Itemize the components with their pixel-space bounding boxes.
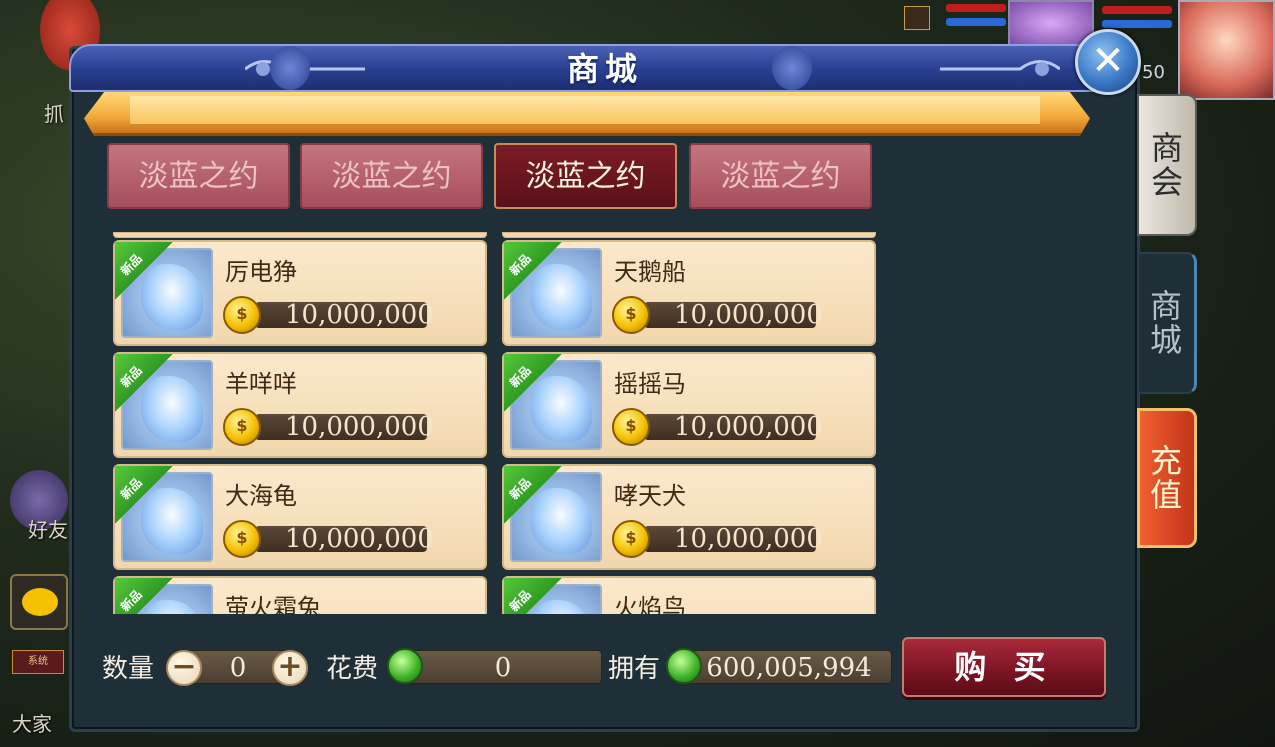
new-badge: 新品: [504, 466, 562, 524]
minus-icon: −: [171, 649, 197, 684]
side-tab-chamber[interactable]: 商会: [1137, 94, 1197, 236]
gold-coin-icon: $: [612, 296, 650, 334]
bg-text: 大家: [12, 712, 52, 736]
side-tab-recharge[interactable]: 充值: [1137, 408, 1197, 548]
title-ornament-right: [940, 60, 1060, 76]
owned-value: 600,005,994: [686, 650, 892, 684]
gold-coin-icon: $: [223, 520, 261, 558]
item-price: 10,000,000: [644, 526, 823, 552]
quantity-label: 数量: [102, 654, 155, 684]
hud-hp-bar: [1102, 6, 1172, 14]
cost-label: 花费: [326, 654, 379, 684]
gold-coin-icon: $: [612, 520, 650, 558]
item-card[interactable]: 新品 摇摇马 10,000,000 $: [502, 352, 876, 458]
item-card[interactable]: 新品 哮天犬 10,000,000 $: [502, 464, 876, 570]
item-card[interactable]: 新品 萤火霜兔: [113, 576, 487, 614]
player-avatar[interactable]: [1178, 0, 1275, 100]
new-badge: 新品: [115, 242, 173, 300]
cost-value: 0: [404, 650, 602, 684]
hud-hp-bar: [946, 4, 1006, 12]
item-card[interactable]: 新品 羊咩咩 10,000,000 $: [113, 352, 487, 458]
side-tab-shop[interactable]: 商城: [1137, 252, 1197, 394]
jade-coin-icon: [666, 648, 702, 684]
item-name: 厉电狰: [225, 258, 297, 286]
owned-label: 拥有: [608, 654, 661, 684]
item-name: 萤火霜兔: [225, 594, 321, 614]
hud-mp-bar: [1102, 20, 1172, 28]
buy-button[interactable]: 购 买: [902, 637, 1106, 697]
new-badge: 新品: [115, 354, 173, 412]
item-card[interactable]: 新品 厉电狰 10,000,000 $: [113, 240, 487, 346]
new-badge: 新品: [504, 354, 562, 412]
item-name: 大海龟: [225, 482, 297, 510]
pet-avatar[interactable]: [1008, 0, 1094, 46]
plus-button[interactable]: +: [272, 650, 308, 686]
item-card[interactable]: 新品 天鹅船 10,000,000 $: [502, 240, 876, 346]
channel-badge: 系统: [12, 650, 64, 674]
event-badge[interactable]: [904, 6, 930, 30]
title-medallion-right: [772, 46, 812, 90]
category-tab[interactable]: 淡蓝之约: [300, 143, 483, 209]
close-icon: ✕: [1091, 38, 1125, 84]
category-tab-active[interactable]: 淡蓝之约: [494, 143, 677, 209]
item-card[interactable]: 新品 火焰鸟: [502, 576, 876, 614]
gold-coin-icon: $: [223, 296, 261, 334]
hud-mp-bar: [946, 18, 1006, 26]
plus-icon: +: [277, 649, 303, 684]
new-badge: 新品: [504, 578, 562, 614]
item-price: 10,000,000: [255, 526, 434, 552]
item-price: 10,000,000: [255, 302, 434, 328]
jade-coin-icon: [387, 648, 423, 684]
page-title: 商城: [566, 50, 643, 88]
item-card[interactable]: 新品 大海龟 10,000,000 $: [113, 464, 487, 570]
new-badge: 新品: [504, 242, 562, 300]
bg-text: 抓: [44, 102, 64, 126]
item-name: 摇摇马: [614, 370, 686, 398]
item-name: 哮天犬: [614, 482, 686, 510]
bg-text: 好友: [28, 518, 68, 542]
title-medallion-left: [270, 46, 310, 90]
item-name: 火焰鸟: [614, 594, 686, 614]
item-price: 10,000,000: [255, 414, 434, 440]
item-name: 天鹅船: [614, 258, 686, 286]
category-tab[interactable]: 淡蓝之约: [107, 143, 290, 209]
gold-coin-icon: $: [612, 408, 650, 446]
chat-icon[interactable]: [10, 574, 68, 630]
new-badge: 新品: [115, 466, 173, 524]
new-badge: 新品: [115, 578, 173, 614]
item-price: 10,000,000: [644, 414, 823, 440]
minus-button[interactable]: −: [166, 650, 202, 686]
item-price: 10,000,000: [644, 302, 823, 328]
item-name: 羊咩咩: [225, 370, 297, 398]
player-level: 50: [1142, 62, 1165, 83]
close-button[interactable]: ✕: [1075, 29, 1141, 95]
item-list[interactable]: 新品 厉电狰 10,000,000 $ 新品 天鹅船 10,000,000 $ …: [113, 232, 878, 614]
gold-coin-icon: $: [223, 408, 261, 446]
scroll-banner-inner: [130, 96, 1040, 126]
category-tab[interactable]: 淡蓝之约: [689, 143, 872, 209]
